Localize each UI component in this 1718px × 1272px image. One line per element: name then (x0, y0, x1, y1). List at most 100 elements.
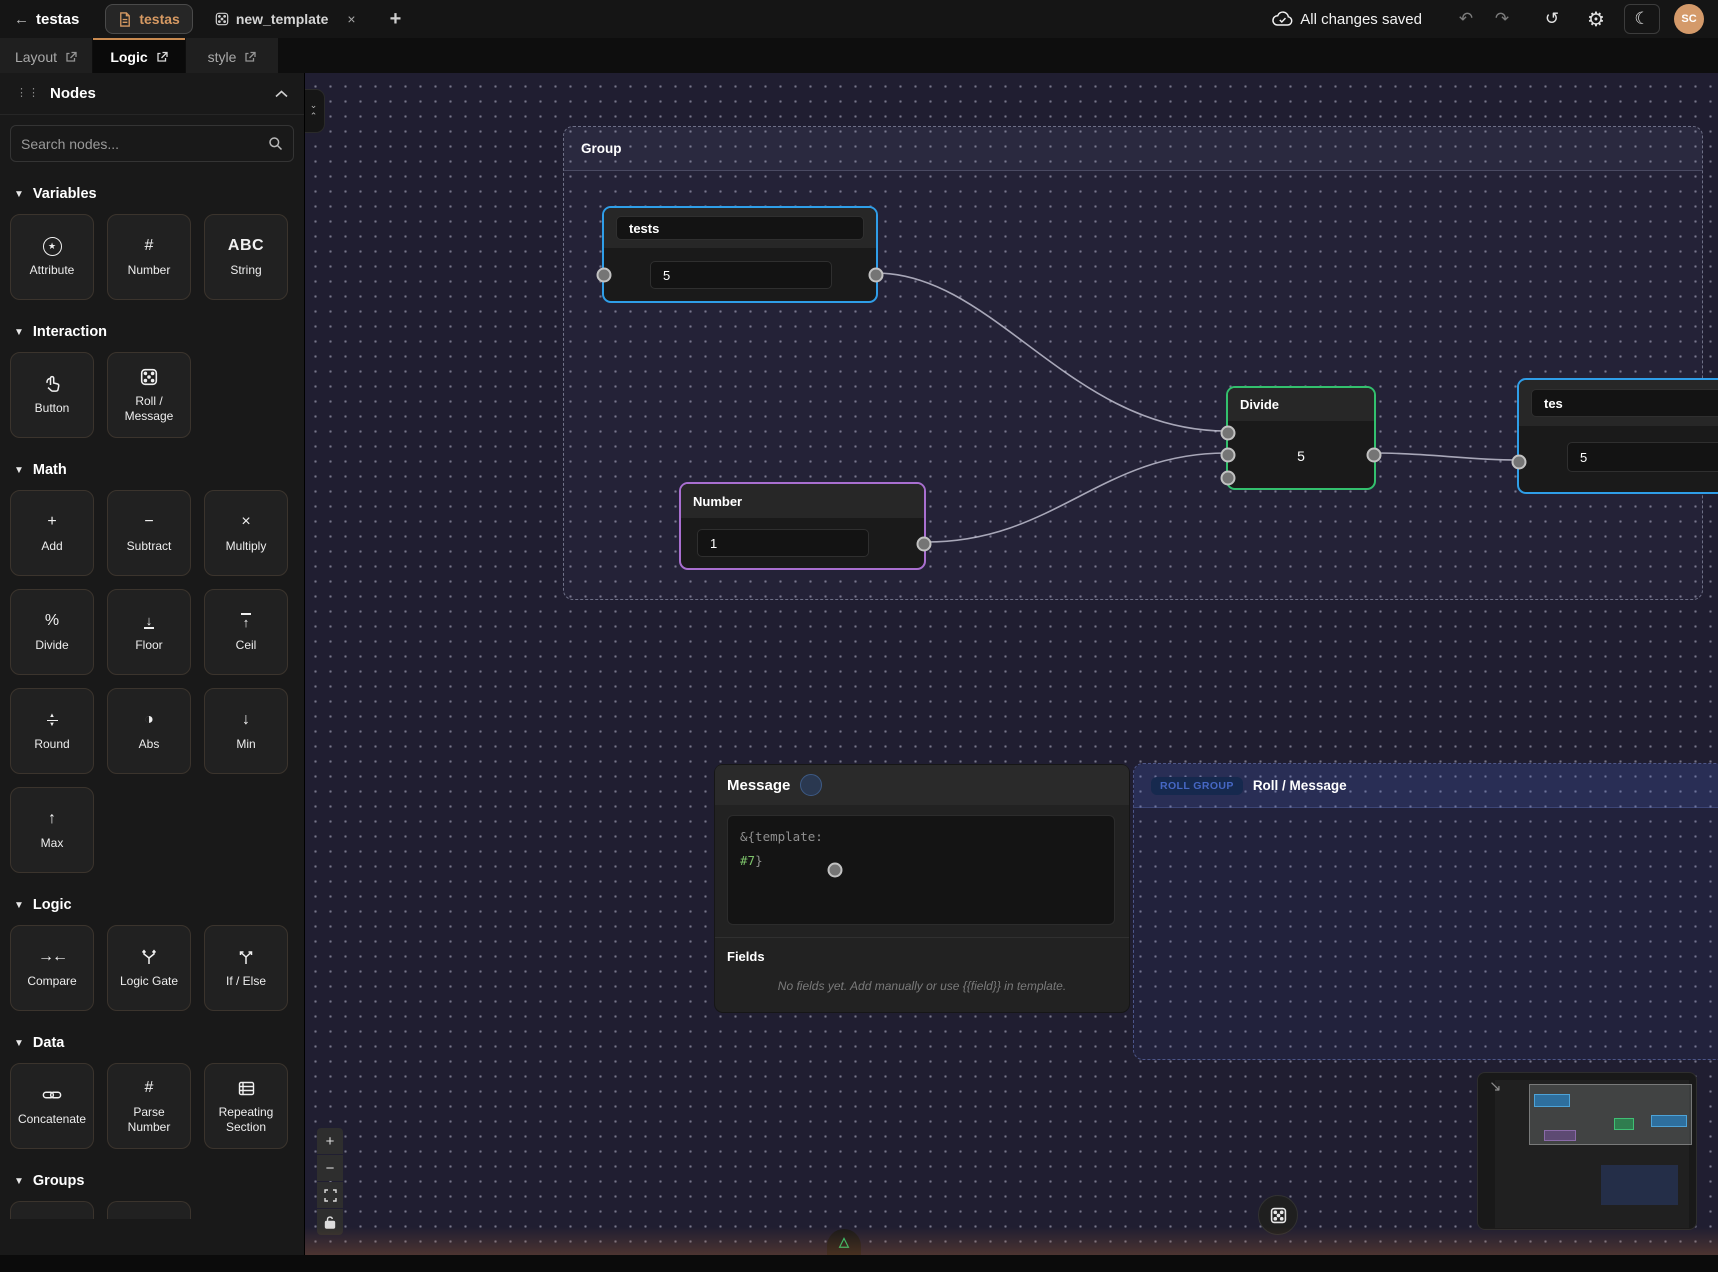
section-label: Logic (33, 897, 72, 913)
external-link-icon (156, 51, 168, 63)
zoom-out-button[interactable]: − (317, 1155, 343, 1181)
doc-tab-testas[interactable]: testas (105, 4, 192, 34)
settings-gear-icon[interactable]: ⚙ (1578, 4, 1614, 34)
view-tab-bar: Layout Logic style (0, 38, 1718, 73)
node-name-input[interactable]: tes (1531, 389, 1718, 417)
node-title: Divide (1240, 397, 1279, 412)
node-card-multiply[interactable]: × Multiply (204, 490, 288, 576)
node-tes[interactable]: tes 5 (1517, 378, 1718, 494)
zoom-in-button[interactable]: + (317, 1128, 343, 1154)
node-value-input[interactable]: 1 (697, 529, 869, 557)
section-variables[interactable]: ▼ Variables (14, 186, 290, 202)
hash-icon: # (145, 236, 154, 256)
doc-tab-new-template[interactable]: new_template × (203, 4, 368, 34)
section-data[interactable]: ▼ Data (14, 1035, 290, 1051)
node-card-string[interactable]: ABC String (204, 214, 288, 300)
node-card-logic-gate[interactable]: Logic Gate (107, 925, 191, 1011)
node-body: 5 (1228, 421, 1374, 490)
redo-icon[interactable]: ↷ (1484, 4, 1520, 34)
roll-group-label: Roll / Message (1253, 778, 1347, 793)
template-port[interactable] (828, 863, 843, 878)
node-divide[interactable]: Divide 5 (1226, 386, 1376, 490)
compare-arrows-icon: →← (38, 947, 66, 967)
document-icon (118, 12, 132, 27)
times-icon: × (241, 512, 250, 532)
panel-collapse-handle[interactable]: ⌄ ⌃ (305, 89, 325, 133)
output-port[interactable] (1367, 448, 1382, 463)
lock-button[interactable] (317, 1209, 343, 1235)
node-number[interactable]: Number 1 (679, 482, 926, 570)
roll-port-circle[interactable] (800, 774, 822, 796)
section-math[interactable]: ▼ Math (14, 462, 290, 478)
node-value-input[interactable]: 5 (650, 261, 832, 289)
node-card-abs[interactable]: ◑ Abs (107, 688, 191, 774)
node-card-compare[interactable]: →← Compare (10, 925, 94, 1011)
divider (715, 937, 1129, 938)
input-port-a[interactable] (1221, 426, 1236, 441)
input-port-c[interactable] (1221, 471, 1236, 486)
node-card-attribute[interactable]: ★ Attribute (10, 214, 94, 300)
node-name-input[interactable]: tests (616, 216, 864, 240)
code-line: &{template: (740, 825, 1102, 849)
node-card-repeating-section[interactable]: Repeating Section (204, 1063, 288, 1149)
dice-icon (215, 12, 229, 26)
node-card-number[interactable]: # Number (107, 214, 191, 300)
input-port-b[interactable] (1221, 448, 1236, 463)
console-toggle-tab[interactable]: △ (827, 1229, 861, 1255)
node-card-concatenate[interactable]: Concatenate (10, 1063, 94, 1149)
node-card-group-stub[interactable] (10, 1201, 94, 1219)
node-tests[interactable]: tests 5 (602, 206, 878, 303)
back-button[interactable]: ← testas (14, 11, 79, 28)
node-card-group-stub[interactable] (107, 1201, 191, 1219)
search-input[interactable] (21, 136, 268, 152)
node-card-floor[interactable]: ↓ Floor (107, 589, 191, 675)
fields-empty-state: No fields yet. Add manually or use {{fie… (715, 979, 1129, 993)
tab-logic[interactable]: Logic (93, 38, 185, 73)
logic-canvas[interactable]: Group ROLL GROUP Roll / Message tests 5 (305, 73, 1718, 1255)
dark-mode-moon-icon[interactable]: ☾ (1624, 4, 1660, 34)
section-label: Data (33, 1035, 64, 1051)
roll-message-group[interactable]: ROLL GROUP Roll / Message (1133, 763, 1718, 1060)
node-card-max[interactable]: ↑ Max (10, 787, 94, 873)
minimap[interactable]: ↘ (1477, 1072, 1697, 1230)
node-card-roll-message[interactable]: Roll / Message (107, 352, 191, 438)
node-card-if-else[interactable]: If / Else (204, 925, 288, 1011)
minimap-node-tes (1651, 1115, 1687, 1127)
save-status: All changes saved (1272, 11, 1422, 28)
output-port[interactable] (869, 268, 884, 283)
node-card-add[interactable]: + Add (10, 490, 94, 576)
close-tab-icon[interactable]: × (347, 11, 355, 27)
roll-dice-fab[interactable] (1258, 1195, 1298, 1235)
output-port[interactable] (917, 537, 932, 552)
section-groups[interactable]: ▼ Groups (14, 1173, 290, 1189)
roll-group-header[interactable]: ROLL GROUP Roll / Message (1134, 764, 1718, 808)
node-card-ceil[interactable]: ↑ Ceil (204, 589, 288, 675)
node-card-round[interactable]: ▲ ▼ Round (10, 688, 94, 774)
node-card-button[interactable]: Button (10, 352, 94, 438)
node-card-parse-number[interactable]: # Parse Number (107, 1063, 191, 1149)
user-avatar[interactable]: SC (1674, 4, 1704, 34)
tab-layout[interactable]: Layout (0, 38, 92, 73)
undo-icon[interactable]: ↶ (1448, 4, 1484, 34)
node-card-subtract[interactable]: − Subtract (107, 490, 191, 576)
input-port[interactable] (597, 268, 612, 283)
chevron-up-icon[interactable] (275, 90, 288, 98)
code-line: #7} (740, 849, 1102, 873)
fit-view-button[interactable] (317, 1182, 343, 1208)
input-port[interactable] (1512, 455, 1527, 470)
node-message[interactable]: Message &{template: #7} Fields No fields… (714, 764, 1130, 1013)
node-value-input[interactable]: 5 (1567, 442, 1718, 472)
node-card-min[interactable]: ↓ Min (204, 688, 288, 774)
history-icon[interactable]: ↺ (1534, 4, 1570, 34)
tab-style[interactable]: style (186, 38, 278, 73)
new-tab-button[interactable]: + (390, 8, 402, 31)
node-body: 5 (1519, 426, 1718, 494)
section-logic[interactable]: ▼ Logic (14, 897, 290, 913)
template-editor[interactable]: &{template: #7} (727, 815, 1115, 925)
node-card-divide[interactable]: % Divide (10, 589, 94, 675)
group-header[interactable]: Group (564, 127, 1702, 171)
percent-icon: % (45, 611, 59, 631)
section-interaction[interactable]: ▼ Interaction (14, 324, 290, 340)
green-triangle-icon: △ (839, 1234, 849, 1250)
drag-handle-icon[interactable]: ⋮⋮ (16, 88, 40, 99)
